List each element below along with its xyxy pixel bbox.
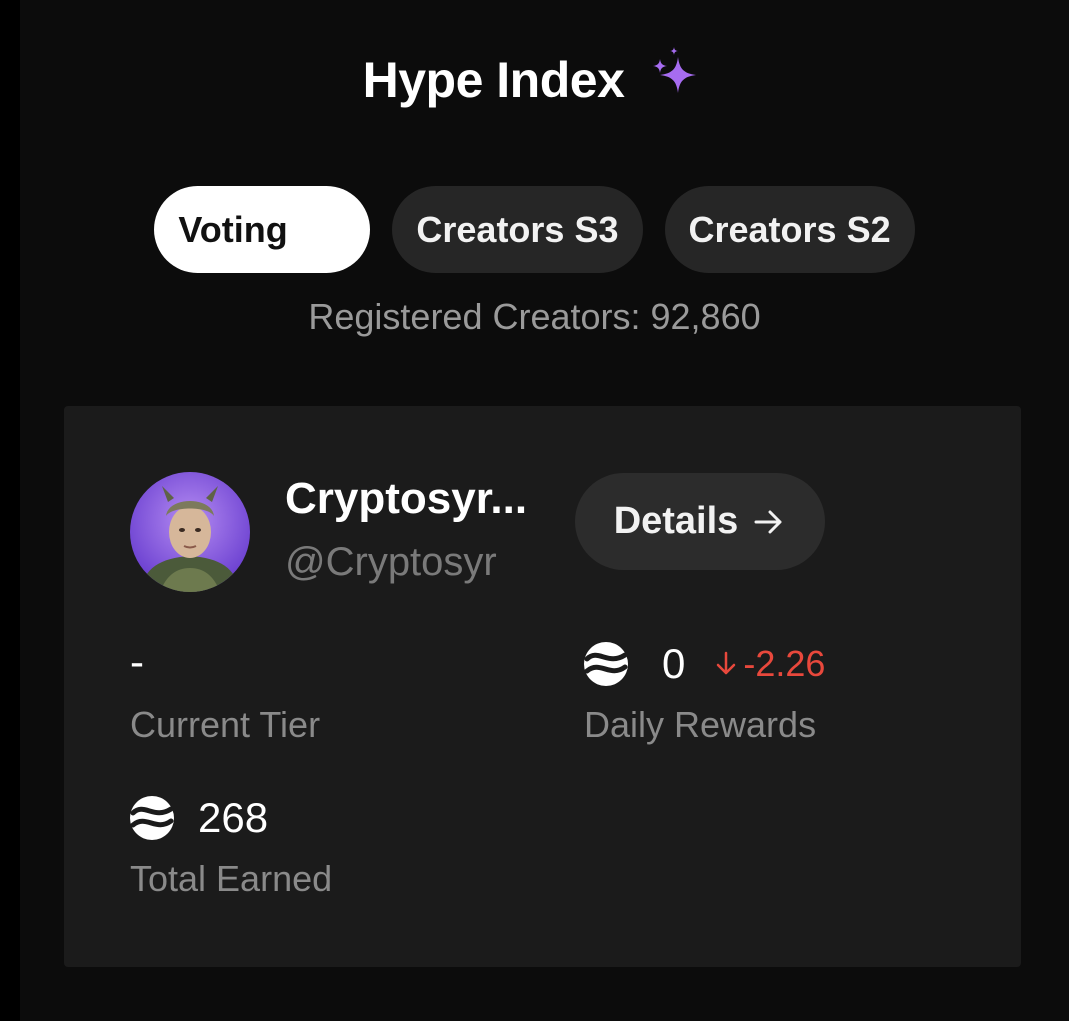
daily-rewards-change-value: -2.26 [743,643,826,684]
arrow-down-icon [717,651,736,675]
tab-voting[interactable]: Voting [154,186,371,273]
daily-rewards-value-row: 0 -2.26 [584,640,825,688]
tab-creators-s3[interactable]: Creators S3 [392,186,643,273]
creator-name: Cryptosyr... [285,474,528,523]
registered-creators-count: Registered Creators: 92,860 [308,296,761,337]
daily-rewards-change: -2.26 [713,643,825,685]
details-button[interactable]: Details [575,473,825,570]
daily-rewards-label: Daily Rewards [584,704,817,745]
creator-handle: @Cryptosyr [285,540,497,584]
tab-creators-s2[interactable]: Creators S2 [664,186,915,273]
daily-rewards-value: 0 [662,640,686,687]
page-title: Hype Index [362,52,625,108]
current-tier-value: - [130,638,144,685]
coin-icon [584,642,628,686]
details-button-label: Details [613,500,739,542]
current-tier-label: Current Tier [130,704,321,745]
avatar[interactable] [130,472,250,592]
coin-icon [130,796,174,840]
avatar-portrait [130,472,250,592]
sparkle-icon [653,47,697,93]
tab-bar: Voting Creators S3 Creators S2 [0,186,1069,273]
total-earned-value-row: 268 [130,794,268,842]
total-earned-value: 268 [198,794,269,841]
creator-card: Cryptosyr... @Cryptosyr Details - Curren… [64,406,1021,967]
header: Hype Index [0,40,1069,120]
arrow-right-icon [754,510,782,533]
total-earned-label: Total Earned [130,858,333,899]
